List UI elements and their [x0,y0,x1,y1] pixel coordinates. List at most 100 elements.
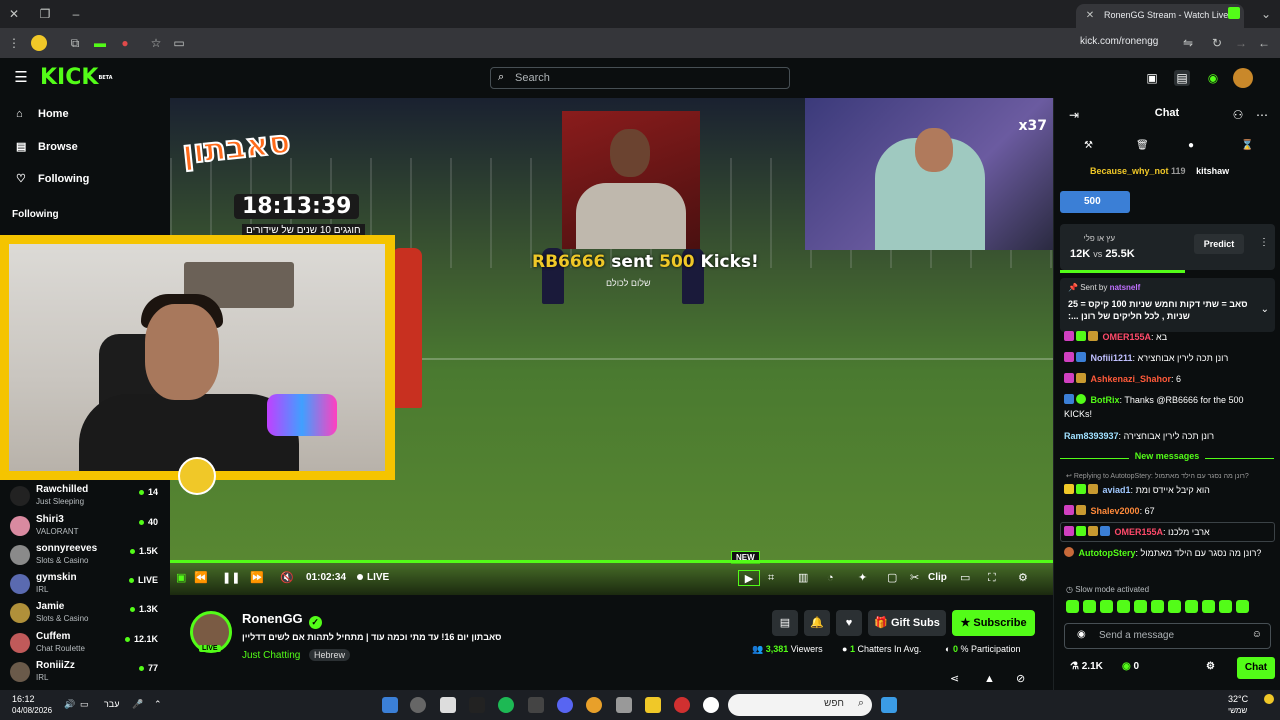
taskbar-search[interactable]: חפש ⌕ [728,694,872,716]
sent-by-user[interactable]: natsnelf [1110,283,1141,292]
close-tab-icon[interactable]: ✕ [1082,8,1098,24]
search-input[interactable]: ⌕ Search [490,67,790,89]
kick-badge-icon[interactable]: ◉ [1077,629,1086,640]
sparkle-icon[interactable]: ✦ [858,570,867,586]
emote-icon[interactable] [1134,600,1147,613]
site-settings-icon[interactable]: ⇋ [1180,35,1196,51]
chat-username[interactable]: OMER155A [1115,527,1164,537]
emote-icon[interactable] [1100,600,1113,613]
warning-icon[interactable]: ▲ [984,671,995,687]
emote-icon[interactable] [1185,600,1198,613]
trash-icon[interactable]: 🗑 [1136,140,1149,151]
kick-points-icon[interactable]: ◉ [1205,70,1221,86]
back-icon[interactable]: ← [1256,35,1272,51]
app-icon[interactable] [616,697,632,713]
settings-icon[interactable]: ⚙ [1018,570,1028,586]
theater-icon[interactable]: ▥ [798,570,808,586]
weather-temp[interactable]: 32°C [1228,694,1248,704]
following-item[interactable]: Jamie Slots & Casino 1.3K [10,599,162,627]
emote-icon[interactable] [1151,600,1164,613]
chat-settings-icon[interactable]: ⚙ [1206,661,1215,672]
predict-button[interactable]: Predict [1194,234,1244,254]
emote-icon[interactable] [1236,600,1249,613]
pause-icon[interactable]: ❚❚ [222,570,240,586]
speed-icon[interactable]: ◔ [827,570,834,586]
supporter-name[interactable]: Because_why_not [1090,166,1169,176]
clips-icon[interactable]: ▣ [1144,70,1160,86]
prediction-menu-icon[interactable]: ⋮ [1259,237,1269,248]
chat-options-icon[interactable]: ⋯ [1254,107,1270,123]
pip-icon[interactable]: ▢ [887,570,897,586]
fullscreen-icon[interactable]: ⛶ [988,570,996,586]
profile-icon[interactable] [31,35,47,51]
hammer-icon[interactable]: ⚒ [1084,140,1093,151]
kick-logo[interactable]: KICKBETA [40,67,113,89]
rewind-icon[interactable]: ⏪ [194,570,208,586]
mute-icon[interactable]: 🔇 [280,570,294,586]
channel-points[interactable]: ◉ 0 [1122,661,1139,672]
cast-icon[interactable]: ▭ [171,35,187,51]
following-item[interactable]: sonnyreeves Slots & Casino 1.5K [10,541,162,569]
following-item[interactable]: Cuffem Chat Roulette 12.1K [10,629,162,657]
weather-condition[interactable]: שמשי [1228,706,1247,715]
close-window-icon[interactable]: ✕ [6,6,22,22]
extension-green-icon[interactable]: ▬ [92,35,108,51]
following-item[interactable]: gymskin IRL LIVE [10,570,162,598]
new-messages-label[interactable]: New messages [1054,451,1280,461]
browser-tab-active[interactable]: ✕ RonenGG Stream - Watch Live [1076,4,1244,28]
app-icon[interactable] [382,697,398,713]
file-explorer-icon[interactable] [645,697,661,713]
follow-button[interactable]: ♥ [836,610,862,636]
clock-date[interactable]: 04/08/2026 [12,706,52,715]
chat-bubble-icon[interactable]: ● [1188,140,1194,151]
app-icon[interactable] [528,697,544,713]
emote-icon[interactable] [1168,600,1181,613]
url-text[interactable]: kick.com/ronengg [1080,36,1158,47]
extension-red-icon[interactable]: ● [117,35,133,51]
captions-icon[interactable]: ▭ [960,570,970,586]
clip-icon[interactable]: ✂ [910,570,919,586]
language-tag[interactable]: Hebrew [309,649,351,661]
minimize-window-icon[interactable]: – [68,6,84,22]
share-icon[interactable]: ⋖ [950,671,959,687]
chevron-up-icon[interactable]: ⌃ [154,699,162,710]
windows-start-icon[interactable] [881,697,897,713]
report-button[interactable]: ▤ [772,610,798,636]
emote-icon[interactable] [1083,600,1096,613]
channel-name[interactable]: RonenGG ✓ [242,611,322,629]
chat-username[interactable]: aviad1 [1103,485,1131,495]
supporter-name-2[interactable]: kitshaw [1196,166,1229,176]
chrome-icon[interactable] [586,697,602,713]
bookmark-star-icon[interactable]: ☆ [148,35,164,51]
following-item[interactable]: Rawchilled Just Sleeping 14 [10,482,162,510]
chat-username[interactable]: Ram8393937 [1064,431,1119,441]
restore-window-icon[interactable]: ❐ [37,6,53,22]
live-indicator[interactable]: LIVE [357,570,389,586]
app-icon[interactable] [410,697,426,713]
camera-switch-icon[interactable]: ▶ [738,570,760,586]
chat-username[interactable]: OMER155A [1103,332,1152,342]
chat-username[interactable]: AutotopStery [1079,548,1136,558]
chat-username[interactable]: Nofiii1211 [1091,353,1133,363]
app-icon[interactable] [469,697,485,713]
extensions-icon[interactable]: ⧉ [67,35,83,51]
chevron-down-icon[interactable]: ⌄ [1261,304,1269,315]
app-icon[interactable] [703,697,719,713]
user-avatar[interactable] [1233,68,1253,88]
following-item[interactable]: Shiri3 VALORANT 40 [10,512,162,540]
discord-icon[interactable] [557,697,573,713]
app-icon[interactable] [440,697,456,713]
dashboard-icon[interactable]: ▤ [1174,70,1190,86]
reload-icon[interactable]: ↻ [1209,35,1225,51]
mic-icon[interactable]: 🎤 [132,699,143,710]
nav-browse[interactable]: ▤ Browse [16,140,78,153]
language-indicator[interactable]: עבר [104,699,119,709]
user-list-icon[interactable]: ⚇ [1230,107,1246,123]
crop-icon[interactable]: ⌗ [768,570,774,586]
clock-time[interactable]: 16:12 [12,694,35,704]
send-chat-button[interactable]: Chat [1237,657,1275,679]
browser-menu-icon[interactable]: ⋮ [6,35,22,51]
category-link[interactable]: Just Chatting [242,650,300,661]
chat-username[interactable]: Ashkenazi_Shahor [1091,374,1172,384]
emote-icon[interactable] [1202,600,1215,613]
